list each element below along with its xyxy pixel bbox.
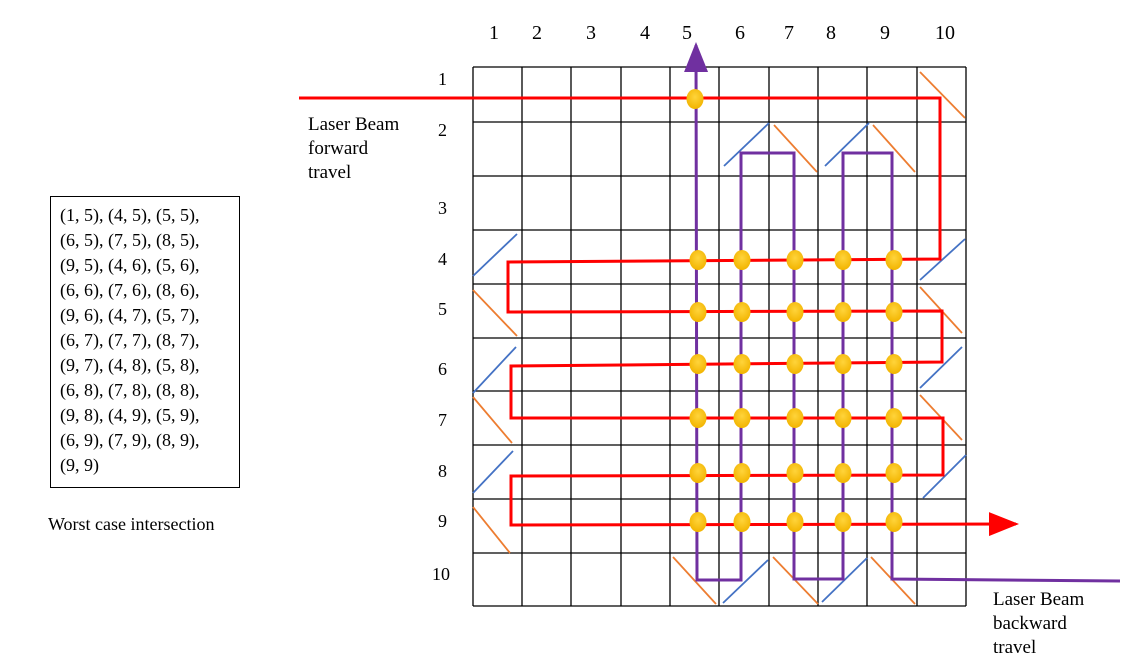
intersection-list-line: (1, 5), (4, 5), (5, 5),: [60, 205, 200, 225]
intersection-list-line: (9, 6), (4, 7), (5, 7),: [60, 305, 200, 325]
intersection-dot: [885, 512, 903, 532]
mirror-orange: [872, 124, 916, 173]
intersection-dot: [885, 463, 903, 483]
intersection-list-line: (6, 7), (7, 7), (8, 7),: [60, 330, 200, 350]
row-label: 10: [432, 564, 450, 584]
intersection-dot: [834, 250, 852, 270]
intersection-dot: [686, 89, 704, 109]
intersection-dot: [733, 302, 751, 322]
intersection-dot: [885, 302, 903, 322]
mirror-blue: [723, 122, 770, 167]
intersection-dot: [689, 463, 707, 483]
column-label: 5: [682, 22, 692, 44]
intersection-list-box: (1, 5), (4, 5), (5, 5), (6, 5), (7, 5), (…: [50, 196, 240, 488]
column-label: 9: [880, 22, 890, 44]
intersection-dot: [786, 250, 804, 270]
mirror-blue: [472, 450, 514, 494]
intersection-dot: [733, 250, 751, 270]
intersection-dot: [834, 512, 852, 532]
intersection-dot: [834, 302, 852, 322]
row-label: 6: [438, 359, 447, 379]
forward-travel-label: Laser Beam forward travel: [308, 114, 400, 183]
mirror-blue: [472, 233, 518, 277]
intersection-dot: [834, 408, 852, 428]
intersection-dot: [689, 354, 707, 374]
intersection-list-line: (9, 5), (4, 6), (5, 6),: [60, 255, 200, 275]
row-label: 4: [438, 249, 447, 269]
intersection-dot: [885, 250, 903, 270]
intersection-dot: [786, 512, 804, 532]
column-label: 1: [489, 22, 499, 44]
mirror-orange: [472, 506, 511, 554]
intersection-list-line: (9, 7), (4, 8), (5, 8),: [60, 355, 200, 375]
backward-beam-path: [684, 42, 1121, 583]
intersection-list-line: (6, 8), (7, 8), (8, 8),: [60, 380, 200, 400]
intersection-dot: [786, 354, 804, 374]
column-label: 7: [784, 22, 794, 44]
intersection-list-line: (9, 9): [60, 455, 99, 475]
intersection-dot: [689, 302, 707, 322]
row-label: 5: [438, 299, 447, 319]
intersection-dot: [733, 512, 751, 532]
column-label: 10: [935, 22, 955, 44]
intersection-list-line: (9, 8), (4, 9), (5, 9),: [60, 405, 200, 425]
intersection-dot: [689, 408, 707, 428]
column-label: 3: [586, 22, 596, 44]
mirror-blue: [824, 122, 870, 167]
intersection-list-line: (6, 6), (7, 6), (8, 6),: [60, 280, 200, 300]
intersection-dot: [786, 463, 804, 483]
row-label: 7: [438, 410, 447, 430]
intersection-dot: [834, 354, 852, 374]
intersection-dot: [786, 408, 804, 428]
row-label: 2: [438, 120, 447, 140]
row-label: 3: [438, 198, 447, 218]
intersection-dot: [834, 463, 852, 483]
intersection-dot: [786, 302, 804, 322]
forward-beam-path: [299, 96, 1019, 537]
intersection-dot: [885, 354, 903, 374]
backward-travel-label: Laser Beam backward travel: [993, 589, 1085, 658]
intersection-dot: [733, 463, 751, 483]
column-label: 2: [532, 22, 542, 44]
mirror-orange: [472, 396, 513, 444]
mirror-orange: [919, 71, 966, 119]
column-label: 8: [826, 22, 836, 44]
intersection-dot: [885, 408, 903, 428]
row-label: 9: [438, 511, 447, 531]
row-label: 1: [438, 69, 447, 89]
intersection-dot: [733, 408, 751, 428]
intersection-dot: [689, 512, 707, 532]
intersection-dot: [689, 250, 707, 270]
row-label: 8: [438, 461, 447, 481]
column-label: 4: [640, 22, 650, 44]
intersection-list-line: (6, 9), (7, 9), (8, 9),: [60, 430, 200, 450]
caption: Worst case intersection: [48, 514, 215, 534]
intersection-dot: [733, 354, 751, 374]
intersection-list-line: (6, 5), (7, 5), (8, 5),: [60, 230, 200, 250]
column-label: 6: [735, 22, 745, 44]
